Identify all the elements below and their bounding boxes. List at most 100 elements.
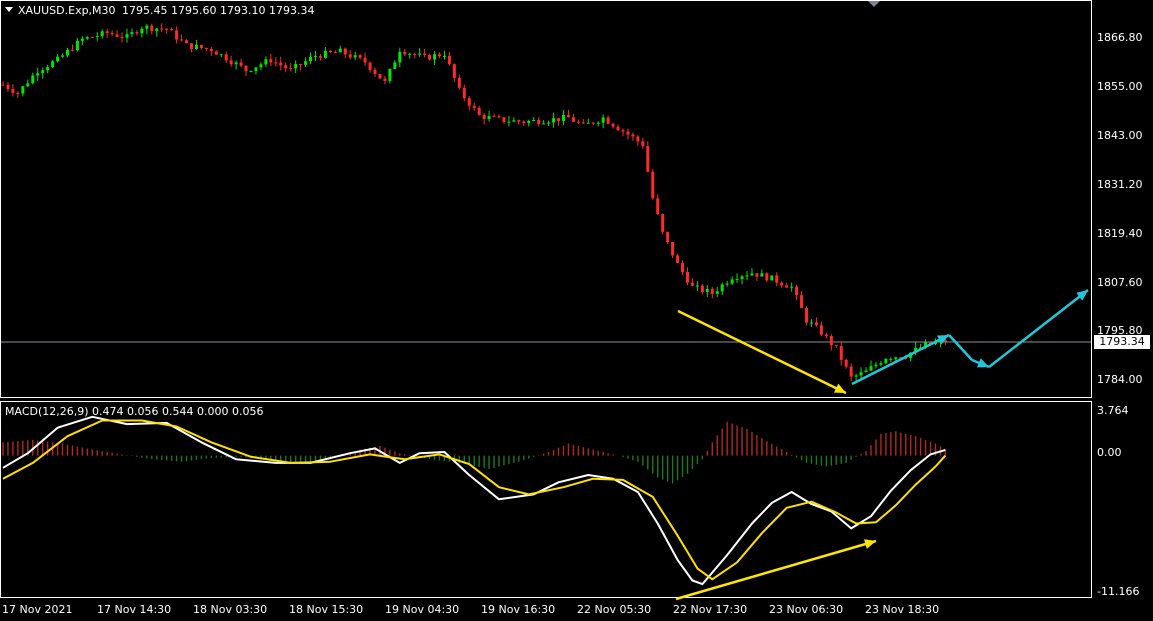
candle-body (695, 285, 699, 287)
candle-body (165, 28, 169, 30)
candle-body (403, 52, 407, 55)
candle-body (254, 67, 258, 71)
candle-body (6, 84, 10, 90)
candle-body (775, 275, 779, 283)
symbol-dropdown-icon[interactable] (5, 7, 13, 12)
candle-body (557, 118, 561, 121)
candle-body (770, 275, 774, 281)
candle-body (95, 36, 99, 38)
time-tick: 22 Nov 17:30 (673, 603, 748, 616)
candle-body (274, 62, 278, 64)
candle-body (661, 213, 665, 232)
candle-body (279, 62, 283, 66)
candle-body (537, 119, 541, 124)
candle-body (1, 84, 5, 86)
candle-body (457, 77, 461, 88)
symbol-caption: XAUUSD.Exp,M30 (18, 4, 116, 17)
macd-histogram (2, 421, 947, 484)
candle-body (547, 122, 551, 124)
candle-body (408, 53, 412, 55)
candle-body (170, 29, 174, 31)
candle-body (318, 56, 322, 58)
candle-body (36, 73, 40, 76)
main-pane-frame (0, 0, 1092, 398)
candle-body (685, 271, 689, 283)
candle-body (378, 73, 382, 79)
candle-body (120, 36, 124, 38)
candle-body (552, 118, 556, 123)
candle-body (155, 28, 159, 31)
candle-body (512, 120, 516, 122)
price-tick: 1807.60 (1097, 276, 1143, 289)
candle-body (834, 345, 838, 347)
candle-body (398, 52, 402, 63)
candle-body (70, 49, 74, 51)
time-tick: 23 Nov 18:30 (865, 603, 940, 616)
time-tick: 23 Nov 06:30 (769, 603, 844, 616)
candle-body (388, 68, 392, 82)
ohlc-caption: 1795.45 1795.60 1793.10 1793.34 (122, 4, 315, 17)
candle-body (323, 50, 327, 58)
candle-body (626, 131, 630, 135)
candle-body (601, 117, 605, 123)
candle-body (46, 67, 50, 71)
candle-body (790, 286, 794, 288)
candle-body (591, 122, 595, 124)
candle-body (16, 92, 20, 94)
candle-body (611, 123, 615, 127)
candle-body (418, 53, 422, 55)
candle-body (715, 291, 719, 294)
candle-body (894, 357, 898, 359)
candle-body (130, 32, 134, 35)
candle-body (393, 62, 397, 69)
chart-shift-marker-icon[interactable] (868, 1, 880, 7)
time-tick: 19 Nov 16:30 (481, 603, 556, 616)
candle-body (299, 64, 303, 66)
candle-body (879, 363, 883, 365)
chart-canvas[interactable] (0, 0, 1153, 621)
candle-body (839, 346, 843, 360)
price-tick: 1866.80 (1097, 31, 1143, 44)
price-tick: 1843.00 (1097, 129, 1143, 142)
candle-body (289, 68, 293, 70)
annotations[interactable] (675, 289, 1089, 601)
candle-body (472, 105, 476, 108)
candle-body (452, 64, 456, 78)
candle-body (234, 62, 238, 65)
time-tick: 18 Nov 03:30 (193, 603, 268, 616)
candle-body (477, 107, 481, 115)
current-price-label: 1793.34 (1094, 335, 1150, 349)
candle-body (581, 122, 585, 124)
macd-tick: 0.00 (1097, 446, 1122, 459)
price-tick: 1831.20 (1097, 178, 1143, 191)
candle-body (100, 31, 104, 37)
candle-body (636, 136, 640, 142)
candle-body (730, 279, 734, 284)
candle-body (690, 282, 694, 286)
macd-pane-frame (0, 401, 1092, 598)
trading-chart-window[interactable]: XAUUSD.Exp,M30 1795.45 1795.60 1793.10 1… (0, 0, 1153, 621)
candle-body (532, 119, 536, 121)
candle-body (561, 114, 565, 121)
candle-body (333, 52, 337, 54)
candle-body (428, 54, 432, 60)
candle-body (90, 36, 94, 38)
candle-body (700, 285, 704, 292)
candle-body (26, 83, 30, 87)
candle-body (795, 286, 799, 296)
candle-body (447, 55, 451, 65)
candle-body (61, 55, 65, 57)
candle-body (517, 120, 521, 122)
candle-body (229, 60, 233, 65)
macd-line (2, 415, 946, 586)
candle-body (304, 61, 308, 65)
candle-body (487, 116, 491, 120)
candle-body (542, 123, 546, 125)
candle-body (358, 55, 362, 58)
candle-body (31, 75, 35, 84)
price-tick: 1819.40 (1097, 227, 1143, 240)
candle-body (209, 48, 213, 52)
candle-body (21, 86, 25, 94)
candle-body (56, 56, 60, 62)
candle-body (51, 61, 55, 68)
